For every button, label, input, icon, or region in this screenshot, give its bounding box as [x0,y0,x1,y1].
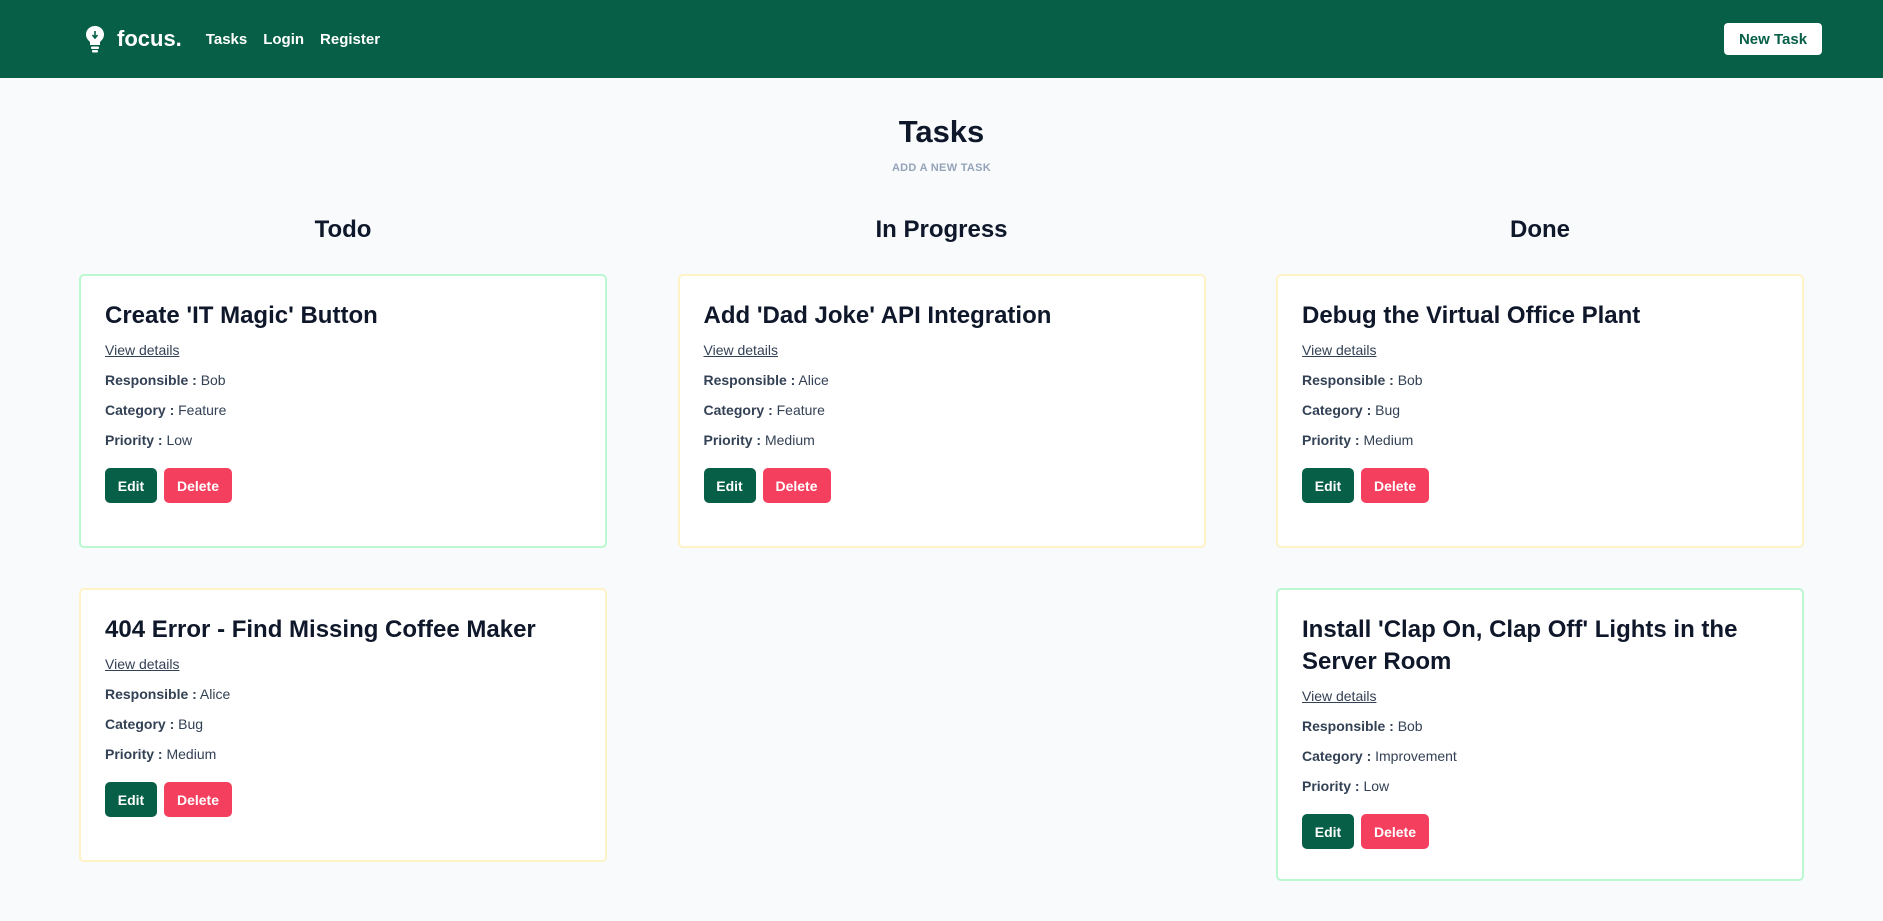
responsible-value: Alice [199,686,231,702]
category-value: Feature [178,402,227,418]
view-details-link[interactable]: View details [704,342,1180,358]
priority-value: Medium [166,746,217,762]
responsible-label: Responsible : [1302,372,1394,388]
responsible-value: Alice [798,372,829,388]
task-card: Debug the Virtual Office Plant View deta… [1276,274,1804,548]
priority-value: Low [1363,778,1390,794]
category-value: Improvement [1375,748,1457,764]
top-navbar: focus. Tasks Login Register New Task [0,0,1883,78]
page-header: Tasks ADD A NEW TASK [0,78,1883,174]
card-list: Create 'IT Magic' Button View details Re… [79,274,607,862]
priority-field: Priority : Medium [1302,432,1778,448]
edit-button[interactable]: Edit [703,468,756,503]
delete-button[interactable]: Delete [164,468,232,503]
delete-button[interactable]: Delete [1361,814,1429,849]
view-details-link[interactable]: View details [105,342,581,358]
category-label: Category : [105,402,175,418]
lightbulb-icon [86,26,104,53]
new-task-button[interactable]: New Task [1724,23,1822,55]
nav-link-login[interactable]: Login [263,31,304,48]
priority-label: Priority : [105,432,163,448]
brand-logo[interactable]: focus. [83,24,182,54]
task-title: Create 'IT Magic' Button [105,302,378,329]
responsible-field: Responsible : Alice [704,372,1180,388]
card-list: Debug the Virtual Office Plant View deta… [1276,274,1804,881]
card-actions: Edit Delete [105,782,581,817]
task-card: Install 'Clap On, Clap Off' Lights in th… [1276,588,1804,881]
nav-link-register[interactable]: Register [320,31,380,48]
category-field: Category : Bug [1302,402,1778,418]
column-done: Done Debug the Virtual Office Plant View… [1276,218,1804,921]
priority-label: Priority : [1302,778,1360,794]
priority-value: Low [166,432,193,448]
card-list: Add 'Dad Joke' API Integration View deta… [677,274,1206,548]
priority-field: Priority : Low [1302,778,1778,794]
priority-value: Medium [1363,432,1414,448]
category-field: Category : Feature [704,402,1180,418]
view-details-link[interactable]: View details [105,656,581,672]
responsible-field: Responsible : Bob [1302,718,1778,734]
priority-label: Priority : [1302,432,1360,448]
responsible-value: Bob [200,372,226,388]
card-actions: Edit Delete [1302,814,1778,849]
priority-label: Priority : [105,746,163,762]
responsible-label: Responsible : [1302,718,1394,734]
task-title: Install 'Clap On, Clap Off' Lights in th… [1302,616,1738,675]
priority-field: Priority : Medium [704,432,1180,448]
task-title: 404 Error - Find Missing Coffee Maker [105,616,536,643]
task-card: 404 Error - Find Missing Coffee Maker Vi… [79,588,607,862]
column-title: In Progress [875,216,1008,243]
category-value: Bug [1375,402,1401,418]
category-field: Category : Improvement [1302,748,1778,764]
responsible-field: Responsible : Bob [105,372,581,388]
category-label: Category : [1302,748,1372,764]
edit-button[interactable]: Edit [1302,468,1354,503]
nav-left: focus. Tasks Login Register [83,24,396,54]
task-title: Debug the Virtual Office Plant [1302,302,1641,329]
responsible-label: Responsible : [105,372,197,388]
add-task-link[interactable]: ADD A NEW TASK [0,162,1883,174]
category-value: Feature [776,402,825,418]
brand-name: focus. [117,26,182,51]
priority-label: Priority : [703,432,762,448]
category-label: Category : [1302,402,1372,418]
delete-button[interactable]: Delete [1361,468,1429,503]
edit-button[interactable]: Edit [105,782,157,817]
category-value: Bug [178,716,204,732]
delete-button[interactable]: Delete [762,468,831,503]
edit-button[interactable]: Edit [105,468,157,503]
responsible-label: Responsible : [105,686,197,702]
card-actions: Edit Delete [1302,468,1778,503]
task-board: Todo Create 'IT Magic' Button View detai… [0,218,1883,921]
column-title: Done [1510,216,1570,243]
category-field: Category : Feature [105,402,581,418]
category-label: Category : [703,402,773,418]
card-actions: Edit Delete [105,468,581,503]
priority-field: Priority : Medium [105,746,581,762]
page-title: Tasks [898,114,985,149]
priority-value: Medium [764,432,815,448]
nav-link-tasks[interactable]: Tasks [206,31,247,48]
task-card: Add 'Dad Joke' API Integration View deta… [677,274,1206,548]
responsible-value: Bob [1397,718,1423,734]
priority-field: Priority : Low [105,432,581,448]
responsible-value: Bob [1397,372,1423,388]
view-details-link[interactable]: View details [1302,342,1778,358]
view-details-link[interactable]: View details [1302,688,1778,704]
card-actions: Edit Delete [703,468,1180,503]
category-label: Category : [105,716,175,732]
column-todo: Todo Create 'IT Magic' Button View detai… [79,218,607,921]
category-field: Category : Bug [105,716,581,732]
delete-button[interactable]: Delete [164,782,232,817]
responsible-label: Responsible : [703,372,796,388]
edit-button[interactable]: Edit [1302,814,1354,849]
column-title: Todo [314,216,372,243]
task-card: Create 'IT Magic' Button View details Re… [79,274,607,548]
task-title: Add 'Dad Joke' API Integration [703,302,1052,329]
column-in-progress: In Progress Add 'Dad Joke' API Integrati… [677,216,1206,921]
responsible-field: Responsible : Alice [105,686,581,702]
responsible-field: Responsible : Bob [1302,372,1778,388]
